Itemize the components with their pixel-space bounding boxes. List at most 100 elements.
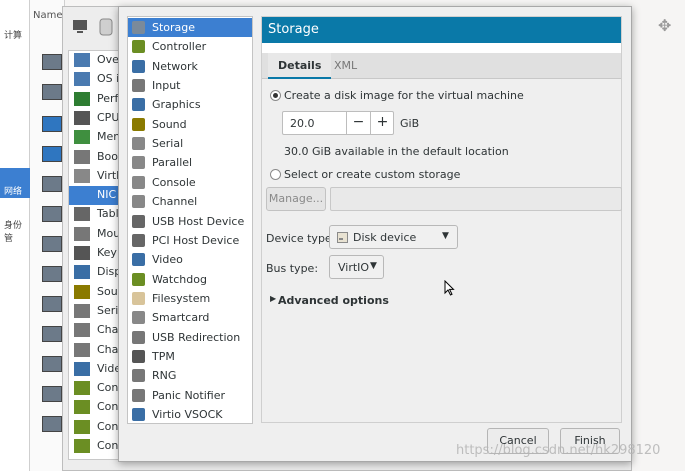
hardware-type-item[interactable]: Filesystem xyxy=(128,289,252,308)
hardware-type-item[interactable]: Sound xyxy=(128,115,252,134)
hardware-type-item-label: Storage xyxy=(152,21,196,34)
vm-hardware-item[interactable]: Soun xyxy=(69,283,121,302)
hardware-type-item-label: Input xyxy=(152,79,181,93)
vm-hardware-item[interactable]: Keyb xyxy=(69,244,121,263)
vm-hardware-item[interactable]: Table xyxy=(69,205,121,224)
vm-hardware-item-label: NIC xyxy=(97,188,117,202)
hardware-type-item[interactable]: Channel xyxy=(128,192,252,211)
vm-hardware-item[interactable]: Video xyxy=(69,360,121,379)
vm-hardware-item[interactable]: OS in xyxy=(69,70,121,89)
hardware-type-item[interactable]: Graphics xyxy=(128,95,252,114)
hardware-type-item-label: Video xyxy=(152,253,183,267)
overview-icon xyxy=(74,53,90,67)
details-content: Create a disk image for the virtual mach… xyxy=(262,79,622,422)
monitor-icon[interactable] xyxy=(70,16,120,38)
vm-hardware-item[interactable]: Mous xyxy=(69,225,121,244)
vm-hardware-item[interactable]: Seria xyxy=(69,302,121,321)
vm-hardware-item[interactable]: Boot xyxy=(69,148,121,167)
vm-icon[interactable] xyxy=(42,266,62,282)
chevron-right-icon[interactable]: ▶ xyxy=(270,294,276,303)
vm-icon[interactable] xyxy=(42,176,62,192)
vm-hardware-item[interactable]: Cont xyxy=(69,398,121,417)
tab-xml[interactable]: XML xyxy=(324,53,367,79)
category-compute[interactable]: 计算 xyxy=(4,28,22,41)
hardware-type-item-label: Channel xyxy=(152,195,198,209)
hardware-type-item[interactable]: Virtio VSOCK xyxy=(128,405,252,424)
vm-hardware-item[interactable]: Chan xyxy=(69,341,121,360)
hardware-type-item[interactable]: USB Redirection xyxy=(128,328,252,347)
vm-hardware-item[interactable]: Chan xyxy=(69,321,121,340)
hardware-type-item[interactable]: TPM xyxy=(128,347,252,366)
vm-icon[interactable] xyxy=(42,116,62,132)
vm-hardware-item[interactable]: Cont xyxy=(69,437,121,456)
vm-icon[interactable] xyxy=(42,386,62,402)
device-type-dropdown[interactable]: Disk device ▼ xyxy=(329,225,458,249)
hardware-type-item[interactable]: Serial xyxy=(128,134,252,153)
custom-storage-radio[interactable] xyxy=(270,169,281,180)
hardware-type-item-label: Console xyxy=(152,175,196,189)
manage-button[interactable]: Manage... xyxy=(266,187,326,211)
decrement-button[interactable]: − xyxy=(346,112,370,134)
hardware-type-item[interactable]: Console xyxy=(128,173,252,192)
category-network[interactable]: 网络 xyxy=(4,184,22,197)
vm-icon[interactable] xyxy=(42,84,62,100)
hardware-type-item-label: Sound xyxy=(152,117,187,131)
vm-hardware-item[interactable]: Displ xyxy=(69,263,121,282)
os-icon xyxy=(74,72,90,87)
create-disk-radio[interactable] xyxy=(270,90,281,101)
hardware-type-item[interactable]: PCI Host Device xyxy=(128,231,252,250)
hardware-type-item-label: USB Redirection xyxy=(152,330,241,344)
hardware-type-item[interactable]: Panic Notifier xyxy=(128,386,252,405)
hardware-type-item[interactable]: Parallel xyxy=(128,153,252,172)
bus-type-dropdown[interactable]: VirtIO ▼ xyxy=(329,255,384,279)
hardware-type-item[interactable]: USB Host Device xyxy=(128,212,252,231)
serial-icon xyxy=(74,303,90,318)
vm-icon[interactable] xyxy=(42,296,62,312)
vm-hardware-item[interactable]: VirtIO xyxy=(69,167,121,186)
vm-icon[interactable] xyxy=(42,326,62,342)
tpm-icon xyxy=(132,349,145,363)
controller-icon xyxy=(74,400,90,415)
vm-icon[interactable] xyxy=(42,206,62,222)
vm-hardware-item[interactable]: Over xyxy=(69,51,121,70)
create-disk-label: Create a disk image for the virtual mach… xyxy=(284,89,524,102)
hardware-type-item[interactable]: RNG xyxy=(128,366,252,385)
hardware-type-item[interactable]: Smartcard xyxy=(128,308,252,327)
vm-icon[interactable] xyxy=(42,236,62,252)
category-identity[interactable]: 身份管 xyxy=(4,218,29,244)
hardware-type-item[interactable]: Input xyxy=(128,76,252,95)
bus-type-value: VirtIO xyxy=(338,261,370,274)
disk-icon xyxy=(337,232,348,243)
hardware-type-item[interactable]: Watchdog xyxy=(128,270,252,289)
panic-icon xyxy=(132,388,145,402)
tab-details[interactable]: Details xyxy=(268,53,332,79)
vm-hardware-item[interactable]: Mem xyxy=(69,128,121,147)
move-icon[interactable]: ✥ xyxy=(658,16,671,35)
hardware-type-item[interactable]: Video xyxy=(128,250,252,269)
vm-hardware-item[interactable]: Perfo xyxy=(69,90,121,109)
vsock-icon xyxy=(132,408,145,421)
chevron-down-icon: ▼ xyxy=(442,231,449,241)
vm-hardware-item[interactable]: NIC xyxy=(69,186,121,206)
vm-icon[interactable] xyxy=(42,356,62,372)
storage-icon xyxy=(132,21,145,34)
bus-type-label: Bus type: xyxy=(266,262,319,275)
vm-hardware-item[interactable]: Cont xyxy=(69,379,121,398)
controller-icon xyxy=(74,381,90,396)
storage-path-input[interactable] xyxy=(330,187,622,211)
disk-size-spinner[interactable]: 20.0 − + xyxy=(282,111,394,135)
watchdog-icon xyxy=(132,272,145,286)
vm-icon[interactable] xyxy=(42,146,62,162)
panel-title: Storage xyxy=(262,17,621,43)
hardware-type-item[interactable]: Controller xyxy=(128,37,252,56)
increment-button[interactable]: + xyxy=(370,112,394,134)
controller-icon xyxy=(74,439,90,453)
vm-icon[interactable] xyxy=(42,54,62,70)
vm-icon[interactable] xyxy=(42,416,62,432)
disk-size-value[interactable]: 20.0 xyxy=(290,117,315,130)
vm-hardware-item[interactable]: Cont xyxy=(69,418,121,437)
vm-hardware-item[interactable]: CPUs xyxy=(69,109,121,128)
advanced-options-expander[interactable]: Advanced options xyxy=(278,294,389,307)
hardware-type-item[interactable]: Network xyxy=(128,57,252,76)
hardware-type-item[interactable]: Storage xyxy=(128,18,252,37)
